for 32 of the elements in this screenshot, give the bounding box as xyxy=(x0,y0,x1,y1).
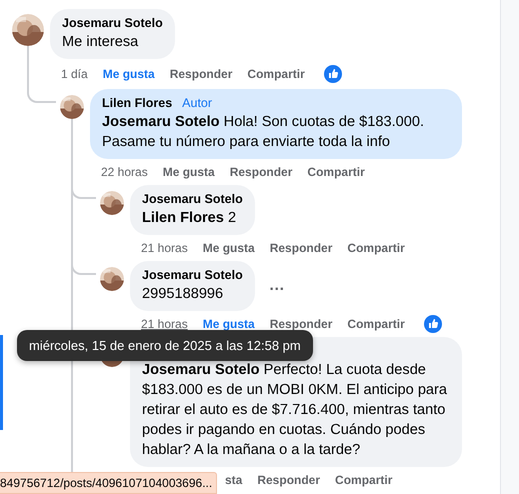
like-link[interactable]: Me gusta xyxy=(102,66,155,80)
timestamp-link[interactable]: 22 horas xyxy=(101,164,148,178)
comment-text: Josemaru Sotelo Hola! Son cuotas de $183.000. Pasame tu número para enviarte toda la info xyxy=(102,113,426,152)
comment-text: Me interesa xyxy=(62,33,140,52)
author-name[interactable]: Josemaru Sotelo xyxy=(142,191,243,208)
more-options-button[interactable]: … xyxy=(264,277,289,295)
reply-link[interactable]: Responder xyxy=(170,66,232,80)
reply-link[interactable]: Responder xyxy=(270,240,332,254)
author-name[interactable]: Josemaru Sotelo xyxy=(62,15,163,32)
like-link[interactable]: Me gusta xyxy=(162,164,215,178)
timestamp-link[interactable]: 21 horas xyxy=(141,316,188,330)
link-status-bar: 849756712/posts/4096107104003696... xyxy=(0,472,218,494)
reply-link[interactable]: Responder xyxy=(230,164,292,178)
comment-text: Josemaru Sotelo Perfecto! La cuota desde $183.000 es de un MOBI 0KM. El anticipo para retirar el auto es de $7.716.400, mientras tanto podes ir pagando en cuotas. Cuándo podes hablar? A la mañana o a la tarde? xyxy=(142,361,448,460)
date-tooltip: miércoles, 15 de enero de 2025 a las 12:58 pm xyxy=(17,330,313,361)
comment-text: 2995188996 xyxy=(142,285,224,304)
share-link[interactable]: Compartir xyxy=(307,164,365,178)
reply-link[interactable]: Responder xyxy=(270,316,332,330)
author-name[interactable]: Lilen Flores xyxy=(102,95,172,112)
like-link[interactable]: Me gusta xyxy=(202,240,255,254)
like-link[interactable]: sta xyxy=(225,472,242,486)
timestamp-link[interactable]: 1 día xyxy=(61,66,88,80)
share-link[interactable]: Compartir xyxy=(347,240,405,254)
author-label: Autor xyxy=(182,95,212,112)
like-link[interactable]: Me gusta xyxy=(202,316,255,330)
timestamp-link[interactable]: 21 horas xyxy=(141,240,188,254)
share-link[interactable]: Compartir xyxy=(335,472,392,486)
reply-link[interactable]: Responder xyxy=(257,472,320,486)
author-name[interactable]: Josemaru Sotelo xyxy=(142,267,243,284)
share-link[interactable]: Compartir xyxy=(247,66,305,80)
comment-text: Lilen Flores 2 xyxy=(142,209,238,228)
share-link[interactable]: Compartir xyxy=(347,316,405,330)
